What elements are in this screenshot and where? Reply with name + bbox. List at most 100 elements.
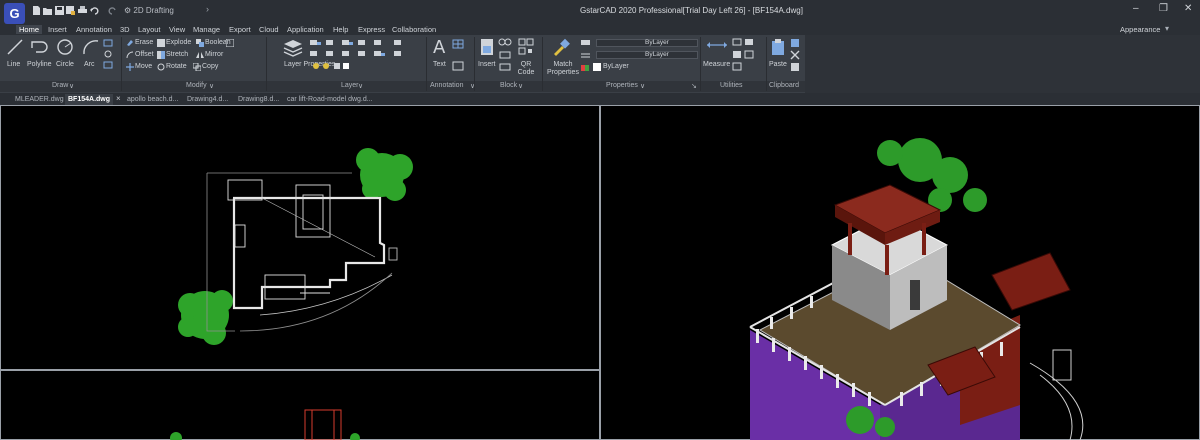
redo-icon[interactable] [108, 6, 117, 15]
measure-button-label[interactable]: Measure [703, 61, 730, 68]
tab-express[interactable]: Express [355, 25, 388, 34]
tab-3d[interactable]: 3D [117, 25, 133, 34]
appearance-menu[interactable]: Appearance [1120, 25, 1160, 34]
tab-home[interactable]: Home [16, 25, 43, 34]
draw-small-tools-icon[interactable] [103, 39, 119, 69]
qr-code-icon[interactable] [518, 38, 534, 56]
doc-tab-drawing8[interactable]: Drawing8.d... [235, 94, 282, 105]
panel-launcher-icon[interactable]: ↘ [691, 82, 697, 90]
close-tab-icon[interactable]: × [116, 94, 121, 103]
chevron-down-icon[interactable]: ∨ [518, 82, 523, 90]
doc-tab-bf154a[interactable]: BF154A.dwg [65, 94, 114, 105]
elevation-drawing[interactable] [0, 370, 600, 440]
tab-export[interactable]: Export [226, 25, 254, 34]
elevation-trees [170, 432, 360, 440]
print-icon[interactable] [78, 6, 87, 15]
move-icon[interactable] [126, 63, 134, 71]
color-swatch-icon [593, 63, 601, 71]
paste-button-label[interactable]: Paste [769, 61, 787, 68]
restore-button[interactable]: ❐ [1159, 3, 1168, 14]
stretch-icon[interactable] [157, 51, 165, 59]
copy-button[interactable]: Copy [202, 63, 218, 70]
layer-state-icons[interactable] [312, 62, 352, 70]
polyline-button-label[interactable]: Polyline [27, 61, 52, 68]
tab-cloud[interactable]: Cloud [256, 25, 282, 34]
tab-application[interactable]: Application [284, 25, 327, 34]
workspace-selector[interactable]: ⚙ 2D Drafting [124, 6, 174, 15]
drawing-area[interactable] [0, 105, 1200, 440]
polyline-icon[interactable] [30, 38, 48, 56]
clipboard-tools-icon[interactable] [790, 38, 802, 72]
chevron-down-icon[interactable]: ∨ [640, 82, 645, 90]
minimize-button[interactable]: ‒ [1133, 3, 1139, 14]
doc-tab-drawing4[interactable]: Drawing4.d... [184, 94, 231, 105]
save-icon[interactable] [55, 6, 64, 15]
match-properties-button-label[interactable]: Match Properties [545, 61, 581, 77]
arc-button-label[interactable]: Arc [84, 61, 95, 68]
tab-insert[interactable]: Insert [45, 25, 70, 34]
block-tools-icon[interactable] [498, 38, 512, 72]
measure-icon[interactable] [706, 39, 728, 51]
title-bar: G ⚙ 2D Drafting › GstarCAD 2020 Professi… [0, 0, 1200, 24]
insert-block-icon[interactable] [480, 38, 494, 56]
floor-plan-drawing[interactable] [0, 105, 600, 370]
chevron-down-icon[interactable]: ▾ [1165, 24, 1169, 33]
paste-clipboard-icon[interactable] [771, 38, 785, 56]
linetype-combo[interactable]: ByLayer [596, 51, 698, 59]
new-file-icon[interactable] [32, 6, 41, 15]
lineweight-value[interactable]: ByLayer [603, 63, 629, 70]
doc-tab-apollo-beach[interactable]: apollo beach.d... [124, 94, 181, 105]
erase-button[interactable]: Erase [135, 39, 153, 46]
tab-help[interactable]: Help [330, 25, 351, 34]
qr-code-button-label[interactable]: QR Code [512, 61, 540, 77]
offset-icon[interactable] [126, 51, 134, 59]
workspace-label: 2D Drafting [133, 6, 174, 15]
utility-tools-icon[interactable] [732, 38, 758, 72]
erase-icon[interactable] [126, 39, 134, 47]
panel-divider [121, 37, 122, 91]
undo-icon[interactable] [90, 6, 99, 15]
app-logo[interactable]: G [4, 3, 25, 24]
rotate-icon[interactable] [157, 63, 165, 71]
circle-button-label[interactable]: Circle [56, 61, 74, 68]
explode-icon[interactable] [157, 39, 165, 47]
offset-button[interactable]: Offset [135, 51, 154, 58]
insert-button-label[interactable]: Insert [478, 61, 496, 68]
move-button[interactable]: Move [135, 63, 152, 70]
doc-tab-car-lift[interactable]: car lift-Road-model dwg.d... [284, 94, 376, 105]
layer-stack-icon[interactable] [283, 39, 303, 57]
match-properties-brush-icon[interactable] [552, 38, 570, 56]
window-title: GstarCAD 2020 Professional[Trial Day Lef… [580, 6, 803, 15]
stretch-button[interactable]: Stretch [166, 51, 188, 58]
layer-tools-icon[interactable] [308, 39, 426, 61]
scale-icon[interactable] [226, 39, 234, 47]
mirror-icon[interactable] [196, 51, 204, 59]
rotate-button[interactable]: Rotate [166, 63, 187, 70]
copy-icon[interactable] [193, 63, 201, 71]
save-as-icon[interactable] [66, 6, 75, 15]
text-a-icon[interactable]: A [433, 37, 445, 58]
tab-manage[interactable]: Manage [190, 25, 223, 34]
tab-collaboration[interactable]: Collaboration [389, 25, 439, 34]
boolean-icon[interactable] [196, 39, 204, 47]
line-icon[interactable] [6, 38, 24, 56]
tab-annotation[interactable]: Annotation [73, 25, 115, 34]
table-icon[interactable] [452, 39, 468, 71]
3d-building-render[interactable] [600, 105, 1200, 440]
tab-view[interactable]: View [166, 25, 188, 34]
tab-layout[interactable]: Layout [135, 25, 164, 34]
open-folder-icon[interactable] [43, 6, 52, 15]
close-button[interactable]: ✕ [1184, 3, 1192, 14]
color-combo[interactable]: ByLayer [596, 39, 698, 47]
chevron-down-icon[interactable]: ∨ [69, 82, 74, 90]
text-button-label[interactable]: Text [433, 61, 446, 68]
circle-icon[interactable] [56, 38, 74, 56]
chevron-down-icon[interactable]: › [206, 4, 209, 14]
chevron-down-icon[interactable]: ∨ [209, 82, 214, 90]
arc-icon[interactable] [82, 38, 100, 56]
line-button-label[interactable]: Line [7, 61, 20, 68]
doc-tab-mleader[interactable]: MLEADER.dwg [12, 94, 67, 105]
chevron-down-icon[interactable]: ∨ [358, 82, 363, 90]
explode-button[interactable]: Explode [166, 39, 191, 46]
mirror-button[interactable]: Mirror [205, 51, 223, 58]
